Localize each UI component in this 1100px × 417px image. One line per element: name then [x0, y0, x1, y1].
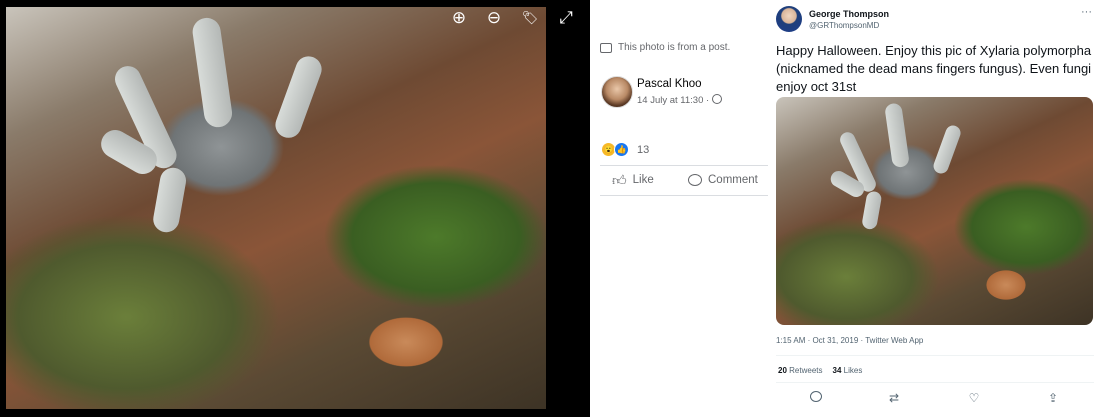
tweet-author-name[interactable]: George Thompson	[809, 9, 889, 19]
globe-icon	[711, 94, 722, 104]
like-reaction-icon: 👍	[614, 142, 629, 157]
retweet-stat[interactable]: 20 Retweets	[778, 366, 823, 375]
comment-label: Comment	[708, 174, 758, 186]
like-button[interactable]: 👍︎ Like	[612, 170, 654, 190]
post-panel: This photo is from a post. Pascal Khoo 1…	[590, 0, 770, 417]
tweet-timestamp[interactable]: 1:15 AM · Oct 31, 2019 · Twitter Web App	[776, 336, 923, 345]
like-count: 34	[832, 366, 842, 375]
tweet-photo[interactable]	[776, 97, 1093, 325]
fungus-finger	[151, 165, 189, 235]
fungus-finger	[190, 16, 234, 129]
fungus-finger	[271, 52, 326, 142]
like-label: Like	[632, 174, 654, 186]
reaction-count: 13	[637, 143, 650, 156]
author-name[interactable]: Pascal Khoo	[637, 78, 702, 90]
tweet-text: Happy Halloween. Enjoy this pic of Xylar…	[776, 43, 1092, 94]
retweet-icon[interactable]: ⇄	[886, 390, 902, 406]
tweet-author-handle[interactable]: @GRThompsonMD	[809, 21, 879, 30]
divider	[600, 165, 768, 166]
tag-icon[interactable]: 🏷	[519, 8, 541, 28]
reply-bubble	[810, 391, 822, 402]
retweet-count: 20	[778, 366, 787, 375]
fungus-finger	[861, 190, 883, 231]
like-stat[interactable]: 34 Likes	[833, 366, 863, 375]
avatar[interactable]	[601, 76, 633, 108]
comment-button[interactable]: Comment	[688, 170, 758, 190]
zoom-in-icon[interactable]: ⊕	[448, 8, 470, 28]
thumbs-up-icon: 👍︎	[612, 171, 627, 188]
from-post-text: This photo is from a post.	[618, 42, 731, 53]
photo-viewer: ⊕ ⊖ 🏷 ⤢	[0, 0, 590, 417]
post-timestamp[interactable]: 14 July at 11:30 ·	[637, 94, 722, 106]
fungus-finger	[931, 123, 963, 176]
comment-icon	[688, 174, 702, 186]
retweets-label: Retweets	[789, 366, 823, 375]
avatar[interactable]	[776, 6, 802, 32]
more-options-icon[interactable]: ···	[1081, 6, 1092, 18]
fungus-photo[interactable]	[6, 7, 546, 409]
fullscreen-icon[interactable]: ⤢	[555, 8, 577, 28]
timestamp-text: 14 July at 11:30 ·	[637, 95, 710, 106]
tweet-stats: 20 Retweets 34 Likes	[778, 366, 862, 375]
post-icon	[600, 42, 612, 53]
from-post-notice: This photo is from a post.	[600, 42, 730, 53]
divider	[776, 382, 1094, 383]
likes-label: Likes	[843, 366, 863, 375]
divider	[600, 195, 768, 196]
tweet-card: George Thompson @GRThompsonMD ··· Happy …	[770, 0, 1100, 417]
fungus-finger	[884, 102, 910, 169]
divider	[776, 355, 1094, 356]
reaction-summary[interactable]: 😮 👍 13	[602, 142, 649, 157]
share-icon[interactable]: ⇪	[1045, 390, 1061, 406]
like-heart-icon[interactable]: ♡	[966, 390, 982, 406]
zoom-out-icon[interactable]: ⊖	[483, 8, 505, 28]
reply-icon[interactable]	[808, 390, 824, 406]
